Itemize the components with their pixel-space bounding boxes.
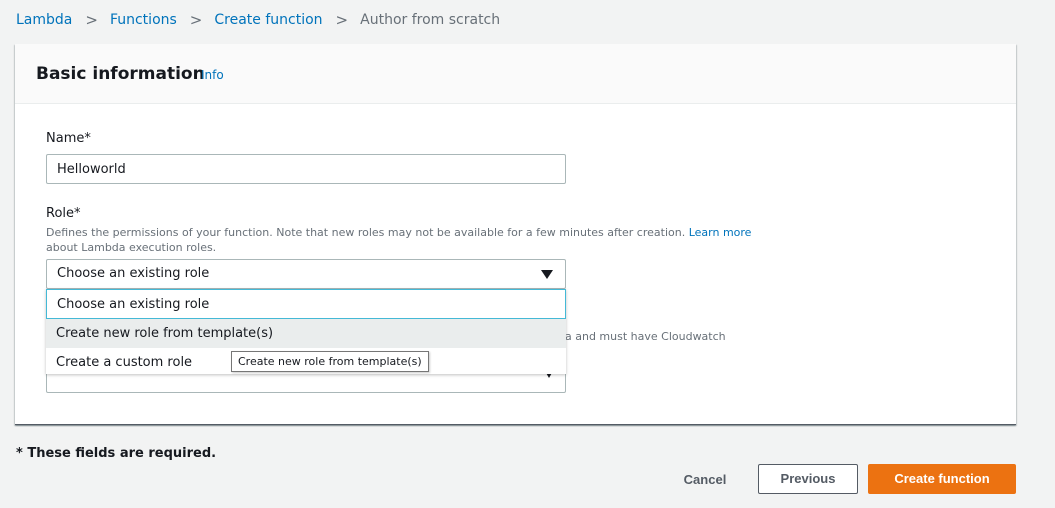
chevron-right-icon: > [335, 11, 349, 29]
caret-down-icon [541, 270, 553, 279]
breadcrumb-current: Author from scratch [360, 12, 501, 28]
cancel-button[interactable]: Cancel [672, 465, 738, 494]
role-select-value: Choose an existing role [57, 266, 210, 281]
tooltip: Create new role from template(s) [231, 351, 429, 372]
required-note: * These fields are required. [16, 446, 217, 461]
role-description-text: Defines the permissions of your function… [46, 226, 686, 239]
chevron-right-icon: > [85, 11, 98, 29]
name-input[interactable] [46, 154, 566, 184]
chevron-right-icon: > [189, 11, 203, 29]
role-option-existing[interactable]: Choose an existing role [46, 289, 566, 319]
panel-header: Basic information Info [15, 44, 1016, 104]
role-description: Defines the permissions of your function… [46, 225, 766, 255]
role-label: Role* [46, 206, 81, 221]
breadcrumb-lambda[interactable]: Lambda [16, 12, 72, 28]
breadcrumb: Lambda > Functions > Create function > A… [16, 11, 500, 29]
obscured-help-text: a and must have Cloudwatch [565, 330, 726, 343]
learn-more-link[interactable]: Learn more [689, 226, 752, 239]
basic-information-panel: Basic information Info Name* Role* Defin… [15, 44, 1016, 425]
info-link[interactable]: Info [201, 68, 224, 82]
breadcrumb-functions[interactable]: Functions [110, 12, 177, 28]
role-select[interactable]: Choose an existing role [46, 259, 566, 289]
panel-title: Basic information [36, 64, 205, 84]
breadcrumb-create-function[interactable]: Create function [214, 12, 322, 28]
name-label: Name* [46, 131, 91, 146]
create-function-button[interactable]: Create function [868, 464, 1016, 494]
role-description-tail: about Lambda execution roles. [46, 241, 217, 254]
role-option-template[interactable]: Create new role from template(s) [46, 319, 566, 348]
previous-button[interactable]: Previous [758, 464, 858, 494]
